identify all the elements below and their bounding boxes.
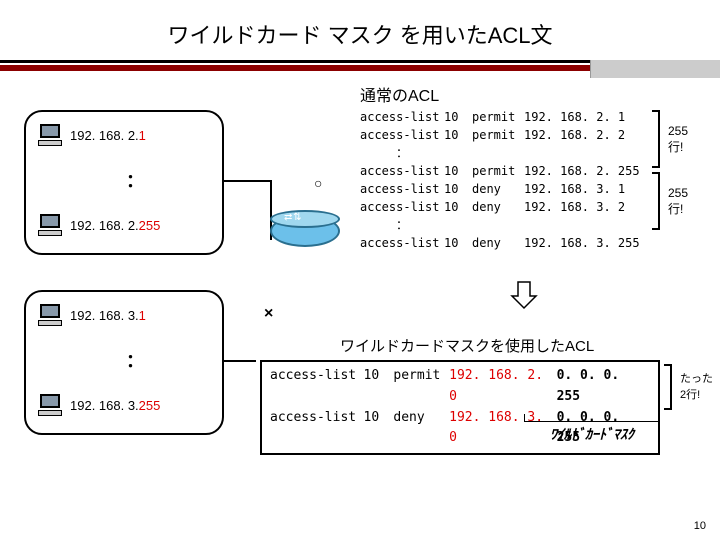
page-number: 10	[694, 520, 706, 532]
subnet-box-2: 192. 168. 3.1 ： 192. 168. 3.255	[24, 290, 224, 435]
host-ellipsis: ：	[126, 347, 144, 373]
link-line	[224, 360, 256, 362]
computer-icon	[36, 124, 64, 146]
slide-title: ワイルドカード マスク を用いたACL文	[0, 0, 720, 60]
host-ellipsis: ：	[126, 167, 144, 193]
host-2-1: 192. 168. 2.1	[36, 122, 206, 148]
wildcard-mask-label: ﾜｲﾙﾄﾞｶｰﾄﾞﾏｽｸ	[524, 424, 660, 444]
router-icon: ⇄ ⇅	[270, 210, 340, 252]
wildcard-acl-heading: ワイルドカードマスクを使用したACL	[340, 335, 594, 356]
normal-acl-heading: 通常のACL	[360, 82, 439, 106]
brace-icon	[652, 110, 660, 168]
computer-icon	[36, 394, 64, 416]
down-arrow-icon	[510, 280, 538, 310]
line-count-1: 255行!	[668, 124, 688, 155]
brace-icon	[652, 172, 660, 230]
deny-mark-icon: ×	[264, 305, 273, 323]
title-rule	[0, 60, 720, 71]
brace-icon	[664, 364, 672, 410]
mask-underbrace: ﾜｲﾙﾄﾞｶｰﾄﾞﾏｽｸ	[524, 414, 660, 444]
computer-icon	[36, 214, 64, 236]
host-2-255: 192. 168. 2.255	[36, 212, 206, 238]
host-3-255: 192. 168. 3.255	[36, 392, 206, 418]
normal-acl-list: access-list10permit192. 168. 2. 1 access…	[360, 108, 650, 252]
permit-mark-icon: ○	[314, 175, 322, 191]
computer-icon	[36, 304, 64, 326]
line-count-3: たった2行!	[680, 370, 713, 402]
subnet-box-1: 192. 168. 2.1 ： 192. 168. 2.255	[24, 110, 224, 255]
host-3-1: 192. 168. 3.1	[36, 302, 206, 328]
line-count-2: 255行!	[668, 186, 688, 217]
link-line	[224, 180, 270, 182]
